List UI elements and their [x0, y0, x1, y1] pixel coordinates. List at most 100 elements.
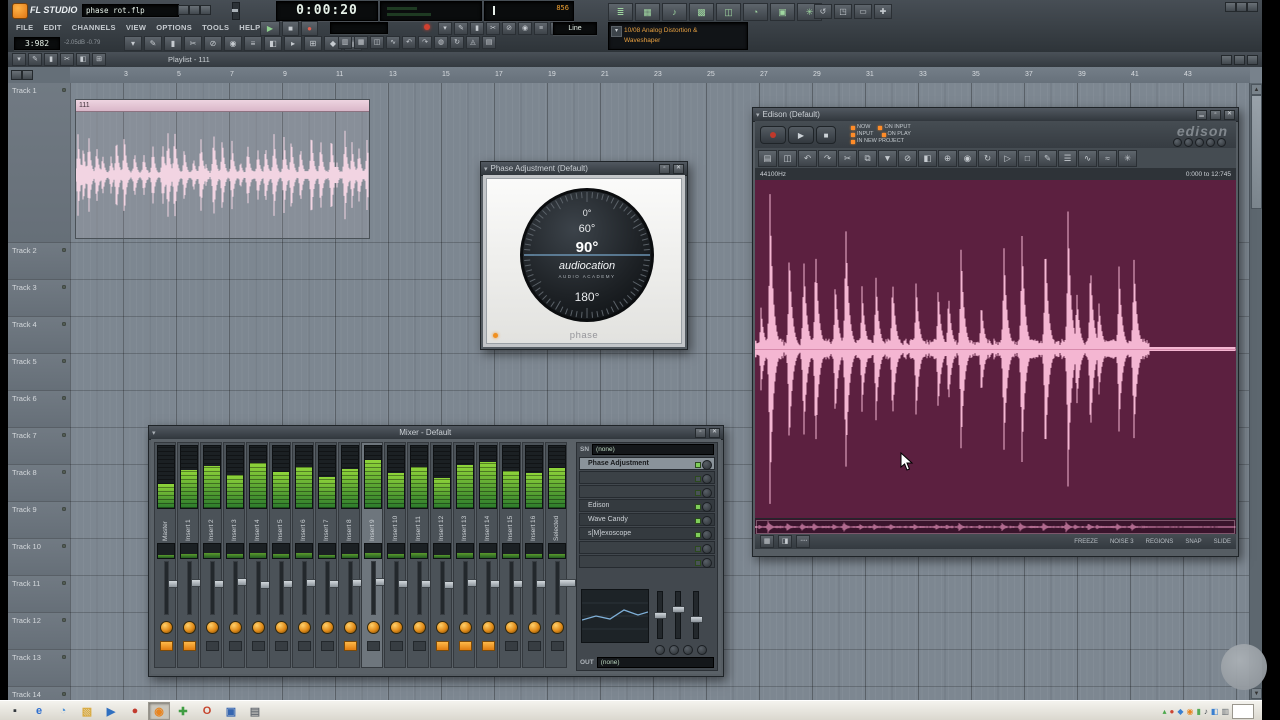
slot-mix-knob[interactable]	[702, 558, 712, 568]
pan-knob-3[interactable]	[683, 645, 693, 655]
mixer-strip-master[interactable]: Master	[154, 442, 185, 668]
loop-icon[interactable]: ↻	[450, 36, 464, 49]
track-led-icon[interactable]	[62, 692, 66, 696]
mixer-strip-insert-3[interactable]: Insert 3	[223, 442, 254, 668]
taskbar-app-red[interactable]: ●	[124, 702, 146, 720]
pan-knob[interactable]	[413, 621, 426, 634]
volume-fader[interactable]	[394, 561, 415, 615]
edison-option-knob[interactable]	[1173, 138, 1182, 147]
fx-slot-1[interactable]: Phase Adjustment	[579, 457, 715, 470]
tray-language-box[interactable]	[1232, 703, 1254, 719]
ed-paste-icon[interactable]: ▼	[878, 149, 897, 167]
rec-on-input-option[interactable]: ON INPUT	[878, 124, 911, 131]
doc-prev-button[interactable]	[178, 5, 189, 15]
ed-copy-icon[interactable]: ⧉	[858, 149, 877, 167]
eq-low-slider[interactable]	[654, 591, 667, 639]
scroll-thumb[interactable]	[1251, 95, 1262, 209]
slot-mix-knob[interactable]	[702, 516, 712, 526]
pan-knob[interactable]	[252, 621, 265, 634]
volume-fader[interactable]	[532, 561, 553, 615]
edison-overview-strip[interactable]	[755, 518, 1236, 535]
brush-tool-icon[interactable]: ▮	[164, 36, 182, 51]
edison-wave-area[interactable]	[755, 180, 1236, 518]
doc-next-button[interactable]	[189, 5, 200, 15]
mixer-strip-insert-8[interactable]: Insert 8	[338, 442, 369, 668]
tray-icon-1[interactable]: ▴	[1162, 707, 1166, 716]
fx-enable-button[interactable]	[390, 641, 403, 651]
panel-icon[interactable]: ▭	[854, 4, 872, 19]
fx-enable-button[interactable]	[183, 641, 196, 651]
track-header-7[interactable]: Track 7	[8, 428, 70, 465]
keyboard-icon[interactable]: ▤	[482, 36, 496, 49]
track-header-13[interactable]: Track 13	[8, 650, 70, 687]
ed-select-icon[interactable]: ◧	[918, 149, 937, 167]
playlist-max-button[interactable]	[1234, 54, 1245, 65]
pencil-tool-icon[interactable]: ✎	[144, 36, 162, 51]
tray-icon-5[interactable]: ▮	[1196, 707, 1200, 716]
mixer-strip-insert-6[interactable]: Insert 6	[292, 442, 323, 668]
grid-coarse-icon[interactable]: ▥	[338, 36, 352, 49]
fx-slot-7[interactable]	[579, 541, 715, 554]
doc-menu-button[interactable]	[200, 5, 211, 15]
mixer-strip-insert-15[interactable]: Insert 15	[499, 442, 530, 668]
mixer-strip-insert-16[interactable]: Insert 16	[522, 442, 553, 668]
send-selector[interactable]: (none)	[592, 444, 714, 455]
ed-script-icon[interactable]: ✳	[1118, 149, 1137, 167]
fx-enable-button[interactable]	[459, 641, 472, 651]
edison-option-knob[interactable]	[1206, 138, 1215, 147]
rec-new-project-option[interactable]: IN NEW PROJECT	[851, 138, 904, 145]
fx-enable-button[interactable]	[482, 641, 495, 651]
slot-enable-led[interactable]	[695, 532, 701, 538]
quantize-icon[interactable]: ◫	[370, 36, 384, 49]
edison-min-button[interactable]: ▁	[1196, 109, 1207, 120]
edison-play-button[interactable]: ▶	[788, 126, 814, 144]
plugin-menu-icon[interactable]: ▾	[484, 165, 488, 173]
mute-tool-icon[interactable]: ◉	[224, 36, 242, 51]
mixer-strip-insert-2[interactable]: Insert 2	[200, 442, 231, 668]
pl-zoom-icon[interactable]: ◧	[76, 53, 90, 66]
phase-titlebar[interactable]: ▾ Phase Adjustment (Default) ▫ ✕	[481, 162, 687, 176]
mixer-strip-insert-14[interactable]: Insert 14	[476, 442, 507, 668]
menu-edit[interactable]: EDIT	[43, 23, 61, 32]
slide-tool-icon[interactable]: ≡	[244, 36, 262, 51]
track-led-icon[interactable]	[62, 248, 66, 252]
mixer-strip-insert-4[interactable]: Insert 4	[246, 442, 277, 668]
project-info-icon[interactable]: ◔	[743, 3, 768, 21]
fx-enable-button[interactable]	[505, 641, 518, 651]
mixer-titlebar[interactable]: ▾ Mixer - Default ▫ ✕	[149, 426, 723, 440]
pan-knob[interactable]	[367, 621, 380, 634]
edison-option-knob[interactable]	[1184, 138, 1193, 147]
edison-option-knob[interactable]	[1217, 138, 1226, 147]
render-icon[interactable]: ◍	[434, 36, 448, 49]
out-selector[interactable]: (none)	[596, 657, 714, 668]
window-minimize-button[interactable]	[1225, 2, 1236, 12]
tray-icon-2[interactable]: ●	[1169, 707, 1174, 716]
slot-enable-led[interactable]	[695, 560, 701, 566]
fx-enable-button[interactable]	[160, 641, 173, 651]
mixer-strip-insert-12[interactable]: Insert 12	[430, 442, 461, 668]
slot-mix-knob[interactable]	[702, 502, 712, 512]
volume-fader[interactable]	[279, 561, 300, 615]
track-header-14[interactable]: Track 14	[8, 687, 70, 700]
pan-knob[interactable]	[551, 621, 564, 634]
edison-menu-icon[interactable]: ▾	[756, 111, 760, 119]
taskbar-folder[interactable]: ▧	[76, 702, 98, 720]
volume-fader[interactable]	[164, 561, 185, 615]
piano-roll-icon[interactable]: ♪	[662, 3, 687, 21]
refresh-icon[interactable]: ↺	[814, 4, 832, 19]
snap-tool-icon[interactable]: ⊞	[304, 36, 322, 51]
fx-enable-button[interactable]	[344, 641, 357, 651]
menu-help[interactable]: HELP	[239, 23, 260, 32]
pan-knob[interactable]	[344, 621, 357, 634]
slot-enable-led[interactable]	[695, 504, 701, 510]
record-led[interactable]	[424, 24, 430, 30]
track-lane-14[interactable]	[70, 687, 1250, 700]
track-led-icon[interactable]	[62, 544, 66, 548]
overview-viewport[interactable]	[756, 520, 1235, 534]
slider-handle[interactable]	[672, 606, 685, 613]
slot-enable-led[interactable]	[695, 546, 701, 552]
volume-fader[interactable]	[509, 561, 530, 615]
fx-slot-8[interactable]	[579, 555, 715, 568]
track-header-12[interactable]: Track 12	[8, 613, 70, 650]
fx-slot-6[interactable]: s[M]exoscope	[579, 527, 715, 540]
